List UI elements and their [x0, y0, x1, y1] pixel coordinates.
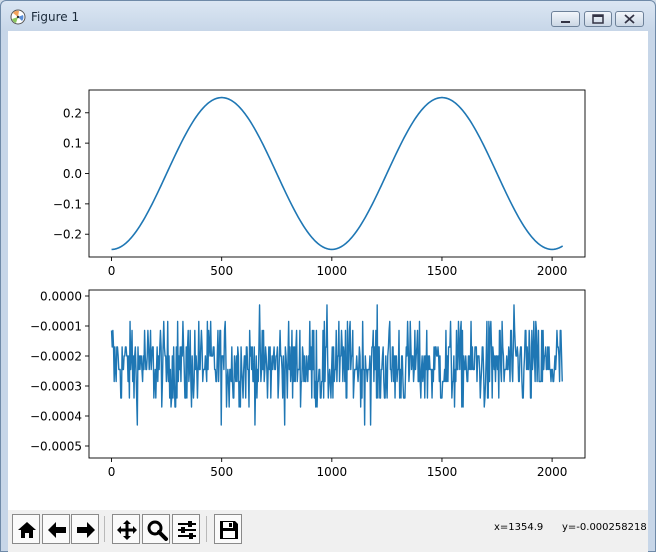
matplotlib-app-icon [10, 9, 26, 25]
toolbar-separator [206, 516, 207, 542]
x-tick-label: 1000 [317, 264, 348, 278]
window-title: Figure 1 [31, 10, 80, 24]
cosine-series-line [111, 96, 564, 251]
y-tick-label: −0.0002 [30, 350, 82, 364]
close-icon [624, 14, 635, 24]
y-tick-label: −0.0005 [30, 440, 82, 454]
axes-frame [88, 89, 586, 258]
arrow-left-icon [48, 522, 66, 538]
x-tick-label: 0 [108, 264, 116, 278]
forward-button[interactable] [71, 514, 99, 544]
y-coordinate-readout: y=-0.000258218 [562, 522, 647, 533]
save-button[interactable] [214, 514, 242, 544]
x-tick-label: 1500 [427, 465, 458, 479]
floppy-disk-icon [220, 521, 238, 539]
x-tick-label: 1500 [427, 264, 458, 278]
x-tick-label: 2000 [537, 465, 568, 479]
toolbar-separator [104, 516, 105, 542]
figure-window: Figure 1 0 500 1000 1500 2000 −0.2 −0.1 0.0 0.1 0… [0, 0, 656, 552]
y-tick-label: −0.0004 [30, 410, 82, 424]
x-coordinate-readout: x=1354.9 [494, 522, 544, 533]
minimize-icon [561, 21, 570, 23]
y-tick-label: 0.1 [63, 137, 82, 151]
back-button[interactable] [42, 514, 70, 544]
y-tick-label: 0.0000 [40, 290, 82, 304]
x-tick-label: 0 [108, 465, 116, 479]
move-icon [117, 520, 137, 540]
x-tick-label: 500 [210, 465, 233, 479]
y-tick-label: −0.0001 [30, 320, 82, 334]
pan-button[interactable] [112, 514, 140, 544]
home-icon [18, 522, 36, 538]
x-tick-label: 2000 [537, 264, 568, 278]
sliders-icon [178, 521, 196, 539]
zoom-button[interactable] [142, 514, 170, 544]
y-tick-label: −0.0003 [30, 380, 82, 394]
magnifier-icon [147, 520, 168, 541]
y-tick-label: −0.2 [53, 228, 82, 242]
figure-canvas[interactable]: 0 500 1000 1500 2000 −0.2 −0.1 0.0 0.1 0.2 0 500 100… [8, 31, 648, 551]
minimize-button[interactable] [551, 11, 580, 27]
configure-subplots-button[interactable] [172, 514, 200, 544]
y-tick-label: 0.2 [63, 106, 82, 120]
noise-series-line [110, 304, 563, 426]
maximize-icon [592, 14, 604, 24]
title-bar[interactable]: Figure 1 [1, 1, 655, 31]
arrow-right-icon [77, 522, 95, 538]
close-button[interactable] [615, 11, 644, 27]
x-tick-label: 1000 [317, 465, 348, 479]
maximize-button[interactable] [584, 11, 612, 27]
y-tick-label: 0.0 [63, 167, 82, 181]
navigation-toolbar: x=1354.9 y=-0.000258218 [8, 510, 648, 552]
x-tick-label: 500 [210, 264, 233, 278]
home-button[interactable] [12, 514, 40, 544]
figure-plot-area: 0 500 1000 1500 2000 −0.2 −0.1 0.0 0.1 0.2 0 500 100… [30, 89, 586, 479]
y-tick-label: −0.1 [53, 197, 82, 211]
